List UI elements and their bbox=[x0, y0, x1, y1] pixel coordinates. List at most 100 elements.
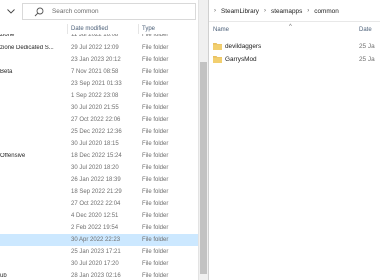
table-row[interactable]: zione 11 Jul 2022 16:08 File folder bbox=[0, 34, 198, 42]
column-name[interactable]: Name bbox=[213, 27, 229, 33]
right-file-list: devildaggers 25 Ja GarrysMod 25 Ja bbox=[209, 40, 380, 66]
chevron-down-icon[interactable] bbox=[2, 3, 20, 20]
date-modified: 30 Jul 2020 18:15 bbox=[71, 141, 119, 147]
item-type: File folder bbox=[142, 177, 169, 183]
item-type: File folder bbox=[142, 141, 169, 147]
right-column-header: ^ Name Date bbox=[209, 24, 380, 36]
breadcrumb-item[interactable]: steamapps bbox=[271, 8, 302, 15]
item-type: File folder bbox=[142, 129, 169, 135]
table-row[interactable]: 25 Jan 2023 17:21 File folder bbox=[0, 246, 198, 258]
item-type: File folder bbox=[142, 237, 169, 243]
folder-date: 25 Ja bbox=[359, 56, 375, 63]
left-scrollbar[interactable] bbox=[198, 0, 208, 280]
left-column-header: Date modified Type bbox=[0, 24, 198, 34]
column-date[interactable]: Date bbox=[359, 27, 372, 33]
table-row[interactable]: zione Dedicated S... 29 Jul 2022 12:09 Fil… bbox=[0, 42, 198, 54]
date-modified: 4 Dec 2020 12:51 bbox=[71, 213, 119, 219]
breadcrumb: › SteamLibrary › steamapps › common bbox=[209, 2, 380, 20]
date-modified: 23 Jan 2023 20:12 bbox=[71, 57, 121, 63]
date-modified: 29 Jul 2022 12:09 bbox=[71, 45, 119, 51]
date-modified: 23 Sep 2021 01:33 bbox=[71, 81, 122, 87]
table-row[interactable]: 2 Feb 2022 19:54 File folder bbox=[0, 222, 198, 234]
list-item[interactable]: GarrysMod 25 Ja bbox=[209, 53, 380, 66]
date-modified: 28 Jan 2023 02:16 bbox=[71, 273, 121, 279]
column-date-modified[interactable]: Date modified bbox=[71, 26, 108, 32]
left-scrollbar-thumb[interactable] bbox=[200, 62, 207, 274]
breadcrumb-item[interactable]: common bbox=[314, 8, 339, 15]
column-divider[interactable] bbox=[67, 24, 68, 34]
table-row[interactable]: 4 Dec 2020 12:51 File folder bbox=[0, 210, 198, 222]
table-row[interactable]: 27 Oct 2022 22:04 File folder bbox=[0, 198, 198, 210]
sort-up-icon: ^ bbox=[289, 24, 292, 30]
search-placeholder: Search common bbox=[52, 8, 99, 15]
item-type: File folder bbox=[142, 93, 169, 99]
chevron-right-icon: › bbox=[214, 8, 216, 14]
table-row[interactable]: 30 Jul 2020 18:20 File folder bbox=[0, 162, 198, 174]
folder-name: zione bbox=[0, 34, 15, 38]
date-modified: 30 Apr 2022 22:23 bbox=[71, 237, 121, 243]
search-box[interactable]: Search common bbox=[22, 3, 196, 20]
table-row[interactable]: Offensive 18 Dec 2022 15:24 File folder bbox=[0, 150, 198, 162]
item-type: File folder bbox=[142, 213, 169, 219]
date-modified: 1 Sep 2022 23:08 bbox=[71, 93, 119, 99]
folder-name: devildaggers bbox=[225, 43, 262, 50]
folder-name: Offensive bbox=[0, 153, 26, 159]
item-type: File folder bbox=[142, 34, 169, 38]
item-type: File folder bbox=[142, 117, 169, 123]
date-modified: 25 Jan 2023 17:21 bbox=[71, 249, 121, 255]
date-modified: 2 Feb 2022 19:54 bbox=[71, 225, 119, 231]
table-row[interactable]: 30 Jul 2020 17:20 File folder bbox=[0, 258, 198, 270]
table-row[interactable]: 23 Jan 2023 20:12 File folder bbox=[0, 54, 198, 66]
address-bar-divider bbox=[209, 21, 380, 22]
column-type[interactable]: Type bbox=[142, 26, 155, 32]
search-icon bbox=[34, 7, 44, 16]
item-type: File folder bbox=[142, 201, 169, 207]
date-modified: 30 Jul 2020 21:55 bbox=[71, 105, 119, 111]
table-row[interactable]: 26 Jan 2022 18:39 File folder bbox=[0, 174, 198, 186]
folder-icon bbox=[213, 56, 222, 63]
item-type: File folder bbox=[142, 249, 169, 255]
table-row[interactable]: 30 Jul 2020 18:15 File folder bbox=[0, 138, 198, 150]
chevron-right-icon[interactable]: › bbox=[264, 8, 266, 14]
item-type: File folder bbox=[142, 273, 169, 279]
breadcrumb-item[interactable]: SteamLibrary bbox=[221, 8, 259, 15]
item-type: File folder bbox=[142, 153, 169, 159]
item-type: File folder bbox=[142, 225, 169, 231]
date-modified: 18 Dec 2022 15:24 bbox=[71, 153, 122, 159]
folder-icon bbox=[213, 43, 222, 50]
table-row[interactable]: 30 Apr 2022 22:23 File folder bbox=[0, 234, 198, 246]
table-row[interactable]: 23 Sep 2021 01:33 File folder bbox=[0, 78, 198, 90]
table-row[interactable]: Beta 7 Nov 2021 08:58 File folder bbox=[0, 66, 198, 78]
folder-name: zione Dedicated S... bbox=[0, 45, 54, 51]
left-explorer-window: Search common Date modified Type zione 11… bbox=[0, 0, 198, 280]
item-type: File folder bbox=[142, 261, 169, 267]
date-modified: 18 Sep 2022 21:29 bbox=[71, 189, 122, 195]
table-row[interactable]: 1 Sep 2022 23:08 File folder bbox=[0, 90, 198, 102]
item-type: File folder bbox=[142, 81, 169, 87]
item-type: File folder bbox=[142, 105, 169, 111]
left-file-list: zione 11 Jul 2022 16:08 File folder zione D… bbox=[0, 34, 198, 280]
folder-name: GarrysMod bbox=[225, 56, 257, 63]
date-modified: 30 Jul 2020 17:20 bbox=[71, 261, 119, 267]
column-divider[interactable] bbox=[138, 24, 139, 34]
left-toolbar: Search common bbox=[0, 0, 198, 23]
table-row[interactable]: ub 28 Jan 2023 02:16 File folder bbox=[0, 270, 198, 280]
item-type: File folder bbox=[142, 165, 169, 171]
table-row[interactable]: 18 Sep 2022 21:29 File folder bbox=[0, 186, 198, 198]
date-modified: 27 Oct 2022 22:06 bbox=[71, 117, 121, 123]
table-row[interactable]: 25 Dec 2022 12:36 File folder bbox=[0, 126, 198, 138]
folder-name: Beta bbox=[0, 69, 13, 75]
date-modified: 30 Jul 2020 18:20 bbox=[71, 165, 119, 171]
list-item[interactable]: devildaggers 25 Ja bbox=[209, 40, 380, 53]
table-row[interactable]: 27 Oct 2022 22:06 File folder bbox=[0, 114, 198, 126]
date-modified: 7 Nov 2021 08:58 bbox=[71, 69, 119, 75]
folder-name: ub bbox=[0, 273, 7, 279]
date-modified: 25 Dec 2022 12:36 bbox=[71, 129, 122, 135]
table-row[interactable]: 30 Jul 2020 21:55 File folder bbox=[0, 102, 198, 114]
folder-date: 25 Ja bbox=[359, 43, 375, 50]
right-explorer-window: › SteamLibrary › steamapps › common ^ Na… bbox=[209, 0, 380, 280]
item-type: File folder bbox=[142, 45, 169, 51]
date-modified: 26 Jan 2022 18:39 bbox=[71, 177, 121, 183]
item-type: File folder bbox=[142, 189, 169, 195]
chevron-right-icon[interactable]: › bbox=[307, 8, 309, 14]
